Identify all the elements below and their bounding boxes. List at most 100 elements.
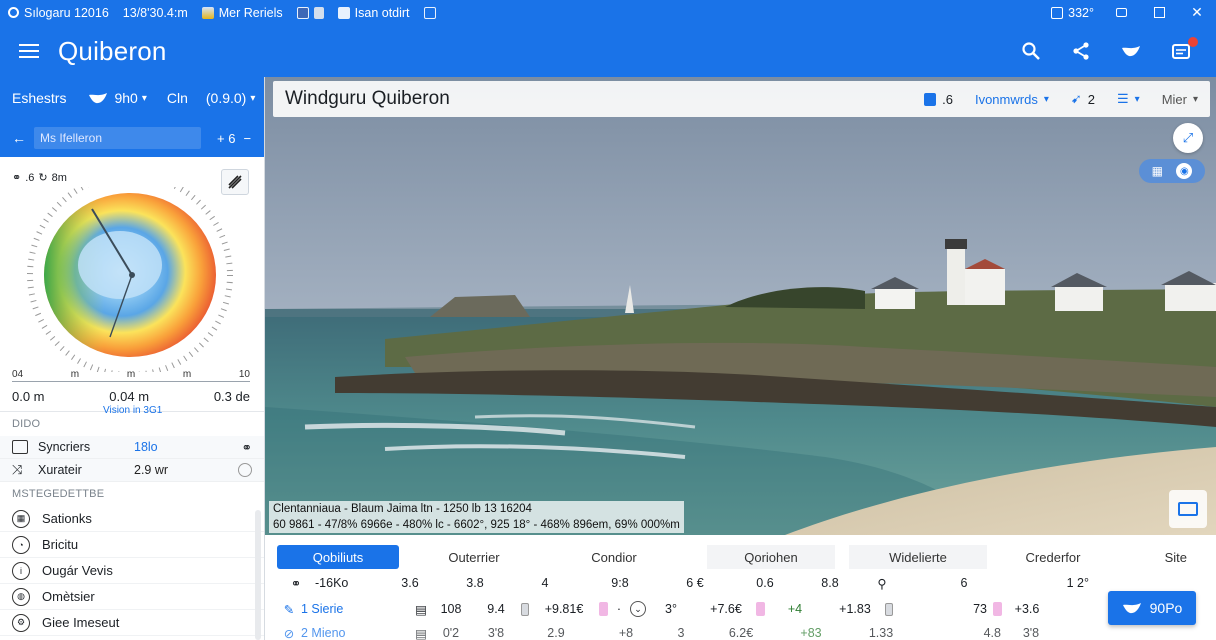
status-item-time[interactable]: 13/8'30.4:m	[123, 6, 188, 20]
table-cell: 3'8	[487, 626, 505, 640]
table-cell: 3'8	[1022, 626, 1040, 640]
chevron-down-icon[interactable]: ⌄	[630, 601, 646, 617]
compass-icon: ⊘	[283, 626, 295, 640]
wind-selector[interactable]: 9h0 ▾	[88, 90, 147, 106]
globe-icon: ◍	[12, 587, 30, 606]
rose-inner-core	[78, 231, 162, 299]
bird-icon	[1122, 46, 1140, 57]
menu-item[interactable]: i Ougár Vevis	[0, 558, 264, 584]
menu-button[interactable]	[0, 25, 58, 77]
column-header[interactable]: Widelierte	[849, 545, 987, 569]
status-temperature[interactable]: 332°	[1043, 6, 1102, 20]
favorite-button[interactable]	[1106, 25, 1156, 77]
refresh-icon: ↻	[38, 172, 48, 184]
metric-row[interactable]: Syncriers 18lo ⚭	[0, 436, 264, 459]
caption-line: Clentanniaua - Blaum Jaima ltn - 1250 lb…	[269, 501, 684, 517]
menu-item-label: Sationks	[42, 511, 92, 526]
mail-icon	[337, 6, 350, 19]
list-view-toggle[interactable]: ☰ ▾	[1117, 91, 1140, 107]
fullscreen-button[interactable]	[1169, 490, 1207, 528]
maximize-window-button[interactable]	[1140, 0, 1178, 25]
settings-icon: ⚙	[12, 613, 30, 632]
table-cell: 9:8	[611, 576, 629, 590]
gauge-icon: ◔	[12, 535, 30, 554]
level-marker	[993, 602, 1002, 616]
menu-item[interactable]: ◔ Bricitu	[0, 532, 264, 558]
view-toggle[interactable]: ▦ ◉	[1139, 159, 1205, 183]
chevron-down-icon: ▾	[250, 92, 256, 104]
metric-row[interactable]: ⤨ Xurateir 2.9 wr	[0, 459, 264, 482]
menu-item[interactable]: ◍ Omètsier	[0, 584, 264, 610]
chevron-down-icon: ▾	[1192, 93, 1198, 105]
column-header[interactable]: Outerrier	[399, 545, 549, 569]
metric-name: Xurateir	[38, 463, 82, 477]
laptop-icon	[1178, 502, 1198, 516]
table-cell: 1.33	[868, 626, 894, 640]
table-icon: ▦	[1151, 164, 1163, 178]
column-header[interactable]: Crederfor	[987, 545, 1119, 569]
location-input[interactable]	[34, 127, 201, 149]
bird-icon	[1122, 603, 1141, 614]
model-dropdown[interactable]: Ivonmwrds ▾	[975, 92, 1049, 107]
clock-icon	[238, 463, 252, 477]
table-row[interactable]: ✎ 1 Sierie ▤ 108 9.4 +9.81€ · ⌄ 3° +7.6€…	[277, 597, 1216, 621]
bird-count[interactable]: ➹ 2	[1071, 91, 1095, 107]
restore-icon	[1115, 8, 1127, 17]
chevron-down-icon: ▾	[1043, 93, 1049, 105]
status-item-app[interactable]: Sılogaru 12016	[8, 6, 109, 20]
chevron-down-icon: ▾	[141, 92, 147, 104]
table-row[interactable]: ⚭ -16Ko 3.6 3.8 4 9:8 6 € 0.6 8.8 ⚲ 6 1 …	[277, 571, 1216, 595]
status-item-social[interactable]	[296, 6, 324, 19]
app-bar: Quiberon	[0, 25, 1216, 77]
bookmark-icon	[924, 92, 937, 106]
column-header[interactable]: Qoriohen	[707, 545, 835, 569]
share-button[interactable]	[1056, 25, 1106, 77]
unit-label[interactable]: Cln	[167, 90, 188, 106]
status-item-photo[interactable]	[423, 6, 436, 19]
tab-qobiliuts[interactable]: Qobiliuts	[277, 545, 399, 569]
table-row[interactable]: ⊘ 2 Mieno ▤ 0'2 3'8 2.9 +8 3 6.2€ +83 1.…	[277, 621, 1216, 640]
status-text: Isan otdirt	[354, 5, 410, 20]
expand-button[interactable]: ⤢	[1173, 123, 1203, 153]
status-item-news[interactable]: Mer Reriels	[201, 6, 283, 20]
table-cell: 3.6	[401, 576, 419, 590]
menu-item-label: Giee Imeseut	[42, 615, 120, 630]
metric-name: Syncriers	[38, 440, 91, 454]
table-cell: 3.8	[466, 576, 484, 590]
share-twitter-button[interactable]: 90Po	[1108, 591, 1196, 625]
step-minus-button[interactable]: −	[243, 131, 251, 146]
menu-item[interactable]: ⚙ Giee Imeseut	[0, 610, 264, 636]
share-icon	[1073, 42, 1089, 60]
unit-reading-selector[interactable]: (0.9.0) ▾	[206, 90, 256, 106]
restore-window-button[interactable]	[1102, 0, 1140, 25]
column-header[interactable]: Site	[1119, 545, 1189, 569]
table-cell: -16Ko	[315, 576, 349, 590]
table-cell: +1.83	[839, 602, 871, 616]
close-icon: ✕	[1191, 4, 1203, 20]
metric-value: 18lo	[134, 440, 158, 454]
notifications-button[interactable]	[1156, 25, 1206, 77]
table-cell: 108	[440, 602, 462, 616]
status-item-mail[interactable]: Isan otdirt	[337, 5, 410, 20]
photo-caption: Clentanniaua - Blaum Jaima ltn - 1250 lb…	[269, 501, 684, 533]
search-button[interactable]	[1006, 25, 1056, 77]
bird-icon: ➹	[1070, 91, 1082, 106]
table-cell: 9.4	[487, 602, 505, 616]
spot-title-bar: Windguru Quiberon .6 Ivonmwrds ▾ ➹ 2 ☰ ▾	[273, 81, 1210, 117]
menu-item[interactable]: ▦ Sationks	[0, 506, 264, 532]
reading-value: (0.9.0)	[205, 90, 247, 106]
sidebar-scrollbar[interactable]	[255, 510, 261, 640]
spot-photo: Windguru Quiberon .6 Ivonmwrds ▾ ➹ 2 ☰ ▾	[265, 77, 1216, 535]
info-icon: i	[12, 561, 30, 580]
rose-summary: 0.0 m 0.04 m 0.3 de	[12, 389, 250, 404]
photo-icon	[423, 6, 436, 19]
rose-center-sub: Vision in 3G1	[103, 405, 163, 416]
status-text: 332°	[1068, 5, 1094, 20]
count-toggle[interactable]: .6	[924, 92, 953, 107]
column-header[interactable]: Condior	[549, 545, 679, 569]
close-window-button[interactable]: ✕	[1178, 0, 1216, 25]
step-plus-button[interactable]: + 6	[217, 131, 235, 146]
back-arrow-icon[interactable]: ←	[12, 130, 26, 146]
pencil-icon: ✎	[283, 602, 295, 617]
more-dropdown[interactable]: Mier ▾	[1162, 92, 1198, 107]
